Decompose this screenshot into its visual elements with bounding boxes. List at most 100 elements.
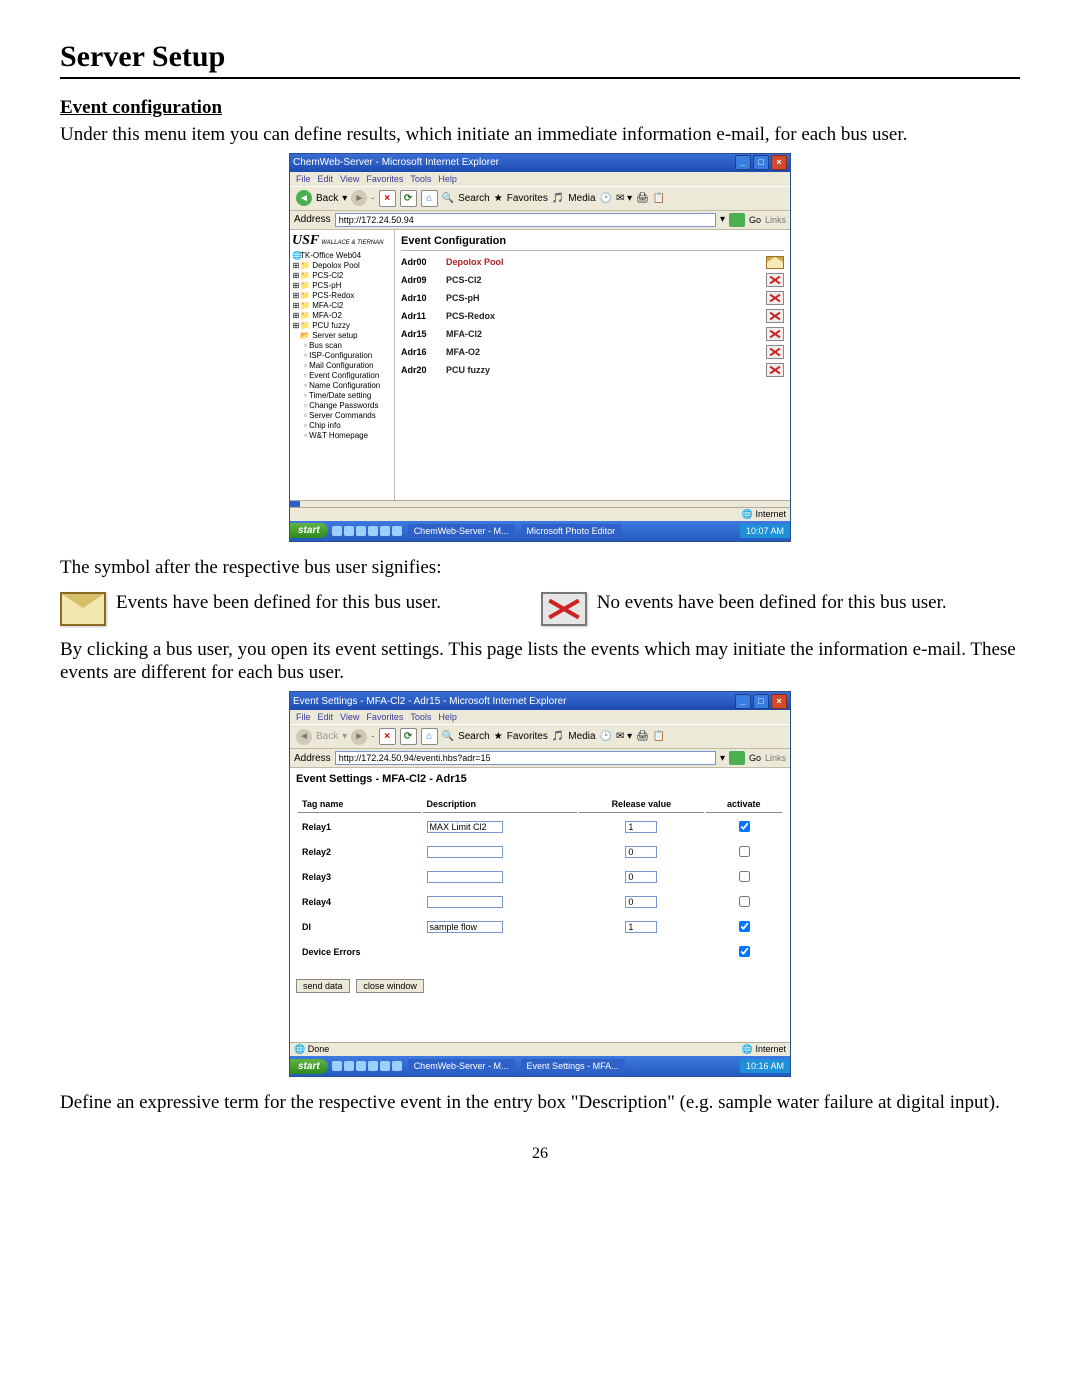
nav-tree[interactable]: USFWALLACE & TIERNAN 🌐TK-Office Web04⊞📁 … [290, 230, 395, 500]
description-input[interactable] [427, 846, 503, 858]
go-label[interactable]: Go [749, 215, 761, 225]
table-row: DI [298, 915, 782, 938]
outro-text: Define an expressive term for the respec… [60, 1091, 1020, 1115]
click-text: By clicking a bus user, you open its eve… [60, 638, 1020, 686]
event-row[interactable]: Adr16 MFA-O2 [401, 343, 784, 361]
activate-checkbox[interactable] [739, 896, 750, 907]
media-label[interactable]: Media [568, 193, 595, 204]
refresh-icon[interactable]: ⟳ [400, 190, 417, 207]
stop-icon[interactable]: × [379, 190, 396, 207]
release-input[interactable] [625, 896, 657, 908]
mail-none-icon [766, 363, 784, 377]
activate-checkbox[interactable] [739, 921, 750, 932]
back-icon[interactable]: ◄ [296, 190, 312, 206]
ie-toolbar[interactable]: ◄ Back▾ ► · × ⟳ ⌂ 🔍Search ★Favorites 🎵Me… [290, 186, 790, 211]
address-bar[interactable]: Address http://172.24.50.94 ▾ Go Links [290, 211, 790, 230]
taskbar[interactable]: start ChemWeb-Server - M... Event Settin… [290, 1056, 790, 1076]
close-window-button[interactable]: close window [356, 979, 424, 993]
taskbar-item[interactable]: Microsoft Photo Editor [521, 524, 622, 538]
home-icon[interactable]: ⌂ [421, 190, 438, 207]
legend-none-text: No events have been defined for this bus… [597, 592, 947, 614]
window-titlebar: Event Settings - MFA-Cl2 - Adr15 - Micro… [290, 692, 790, 710]
go-button-icon[interactable] [729, 751, 745, 765]
start-button[interactable]: start [290, 1059, 328, 1074]
page-number: 26 [60, 1145, 1020, 1163]
forward-icon: ► [351, 729, 367, 745]
forward-icon: ► [351, 190, 367, 206]
event-row[interactable]: Adr00 Depolox Pool [401, 254, 784, 271]
window-titlebar: ChemWeb-Server - Microsoft Internet Expl… [290, 154, 790, 172]
address-input[interactable]: http://172.24.50.94/eventi.hbs?adr=15 [335, 751, 716, 765]
taskbar-item[interactable]: ChemWeb-Server - M... [408, 524, 515, 538]
col-activate: activate [706, 796, 782, 813]
col-tag: Tag name [298, 796, 421, 813]
status-bar: 🌐 Done 🌐 Internet [290, 1042, 790, 1056]
mail-defined-icon [766, 256, 784, 269]
stop-icon[interactable]: × [379, 728, 396, 745]
go-button-icon[interactable] [729, 213, 745, 227]
intro-text: Under this menu item you can define resu… [60, 123, 1020, 147]
send-data-button[interactable]: send data [296, 979, 350, 993]
address-bar[interactable]: Address http://172.24.50.94/eventi.hbs?a… [290, 749, 790, 768]
taskbar-item[interactable]: Event Settings - MFA... [521, 1059, 625, 1073]
ie-toolbar[interactable]: ◄ Back▾ ► · × ⟳ ⌂ 🔍Search ★Favorites 🎵Me… [290, 724, 790, 749]
links-label[interactable]: Links [765, 215, 786, 225]
window-title: ChemWeb-Server - Microsoft Internet Expl… [293, 157, 499, 168]
release-input[interactable] [625, 871, 657, 883]
refresh-icon[interactable]: ⟳ [400, 728, 417, 745]
status-bar: 🌐 Internet [290, 507, 790, 521]
usf-logo: USF [292, 233, 319, 248]
table-row: Relay3 [298, 865, 782, 888]
mail-defined-icon [60, 592, 106, 626]
close-icon[interactable]: × [771, 694, 787, 709]
ie-menubar[interactable]: FileEditViewFavoritesToolsHelp [290, 710, 790, 724]
start-button[interactable]: start [290, 523, 328, 538]
mail-none-icon [766, 345, 784, 359]
favorites-label[interactable]: Favorites [507, 193, 548, 204]
event-row[interactable]: Adr10 PCS-pH [401, 289, 784, 307]
table-row: Device Errors [298, 940, 782, 963]
home-icon[interactable]: ⌂ [421, 728, 438, 745]
release-input[interactable] [625, 846, 657, 858]
event-row[interactable]: Adr09 PCS-Cl2 [401, 271, 784, 289]
description-input[interactable] [427, 921, 503, 933]
event-table: Tag name Description Release value activ… [296, 794, 784, 965]
taskbar-item[interactable]: ChemWeb-Server - M... [408, 1059, 515, 1073]
mail-none-icon [766, 273, 784, 287]
address-input[interactable]: http://172.24.50.94 [335, 213, 716, 227]
window-title: Event Settings - MFA-Cl2 - Adr15 - Micro… [293, 696, 566, 707]
ie-menubar[interactable]: FileEditViewFavoritesToolsHelp [290, 172, 790, 186]
description-input[interactable] [427, 896, 503, 908]
screenshot-event-settings: Event Settings - MFA-Cl2 - Adr15 - Micro… [289, 691, 791, 1077]
activate-checkbox[interactable] [739, 846, 750, 857]
description-input[interactable] [427, 871, 503, 883]
activate-checkbox[interactable] [739, 821, 750, 832]
activate-checkbox[interactable] [739, 946, 750, 957]
close-icon[interactable]: × [771, 155, 787, 170]
event-row[interactable]: Adr11 PCS-Redox [401, 307, 784, 325]
table-row: Relay2 [298, 840, 782, 863]
mail-none-icon [766, 327, 784, 341]
legend-defined-text: Events have been defined for this bus us… [116, 592, 441, 614]
col-release: Release value [579, 796, 703, 813]
description-input[interactable] [427, 821, 503, 833]
taskbar[interactable]: start ChemWeb-Server - M... Microsoft Ph… [290, 521, 790, 541]
minimize-icon[interactable]: _ [735, 694, 751, 709]
maximize-icon[interactable]: □ [753, 694, 769, 709]
main-panel: Event Configuration Adr00 Depolox Pool A… [395, 230, 790, 500]
taskbar-clock: 10:16 AM [740, 1059, 790, 1073]
maximize-icon[interactable]: □ [753, 155, 769, 170]
release-input[interactable] [625, 921, 657, 933]
release-input[interactable] [625, 821, 657, 833]
mail-none-icon [766, 291, 784, 305]
activate-checkbox[interactable] [739, 871, 750, 882]
table-row: Relay1 [298, 815, 782, 838]
page-title: Server Setup [60, 40, 1020, 79]
event-row[interactable]: Adr20 PCU fuzzy [401, 361, 784, 379]
back-label[interactable]: Back [316, 193, 338, 204]
event-row[interactable]: Adr15 MFA-Cl2 [401, 325, 784, 343]
search-label[interactable]: Search [458, 193, 490, 204]
mail-none-icon [541, 592, 587, 626]
minimize-icon[interactable]: _ [735, 155, 751, 170]
back-icon: ◄ [296, 729, 312, 745]
